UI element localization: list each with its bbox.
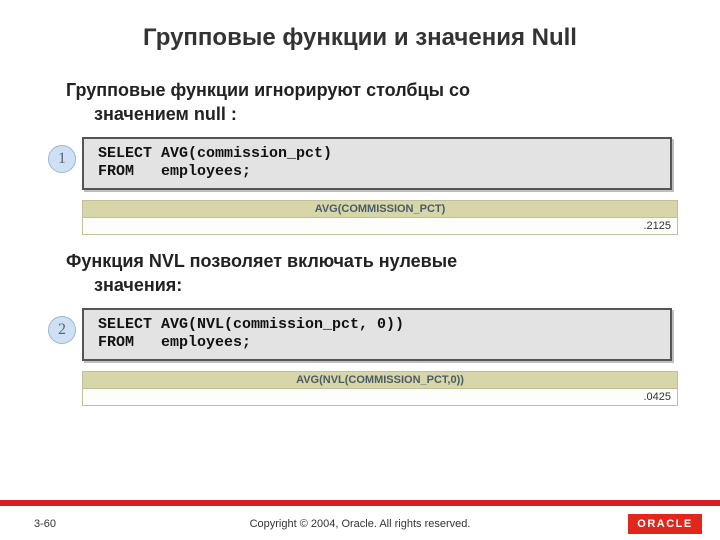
result-table-2: AVG(NVL(COMMISSION_PCT,0)) .0425 xyxy=(82,371,678,406)
slide: Групповые функции и значения Null Группо… xyxy=(0,0,720,540)
paragraph-1-line-2: значением null : xyxy=(66,102,666,126)
footer-inner: 3-60 Copyright © 2004, Oracle. All right… xyxy=(0,506,720,540)
sql-code-1: SELECT AVG(commission_pct) FROM employee… xyxy=(82,137,672,191)
sql-code-2: SELECT AVG(NVL(commission_pct, 0)) FROM … xyxy=(82,308,672,362)
paragraph-2-line-2: значения: xyxy=(66,273,666,297)
result-table-1: AVG(COMMISSION_PCT) .2125 xyxy=(82,200,678,235)
example-1: 1 SELECT AVG(commission_pct) FROM employ… xyxy=(48,137,672,191)
oracle-logo: ORACLE xyxy=(628,514,702,534)
copyright-text: Copyright © 2004, Oracle. All rights res… xyxy=(0,518,720,530)
paragraph-1-line-1: Групповые функции игнорируют столбцы со xyxy=(66,80,470,100)
example-2: 2 SELECT AVG(NVL(commission_pct, 0)) FRO… xyxy=(48,308,672,362)
paragraph-2-line-1: Функция NVL позволяет включать нулевые xyxy=(66,251,457,271)
footer: 3-60 Copyright © 2004, Oracle. All right… xyxy=(0,506,720,540)
paragraph-1: Групповые функции игнорируют столбцы со … xyxy=(66,78,666,127)
step-badge-2: 2 xyxy=(48,316,76,344)
slide-title: Групповые функции и значения Null xyxy=(0,0,720,64)
result-value-2: .0425 xyxy=(83,389,677,405)
step-badge-1: 1 xyxy=(48,145,76,173)
result-value-1: .2125 xyxy=(83,218,677,234)
slide-body: Групповые функции игнорируют столбцы со … xyxy=(0,78,720,406)
result-header-1: AVG(COMMISSION_PCT) xyxy=(83,201,677,218)
paragraph-2: Функция NVL позволяет включать нулевые з… xyxy=(66,249,666,298)
result-header-2: AVG(NVL(COMMISSION_PCT,0)) xyxy=(83,372,677,389)
